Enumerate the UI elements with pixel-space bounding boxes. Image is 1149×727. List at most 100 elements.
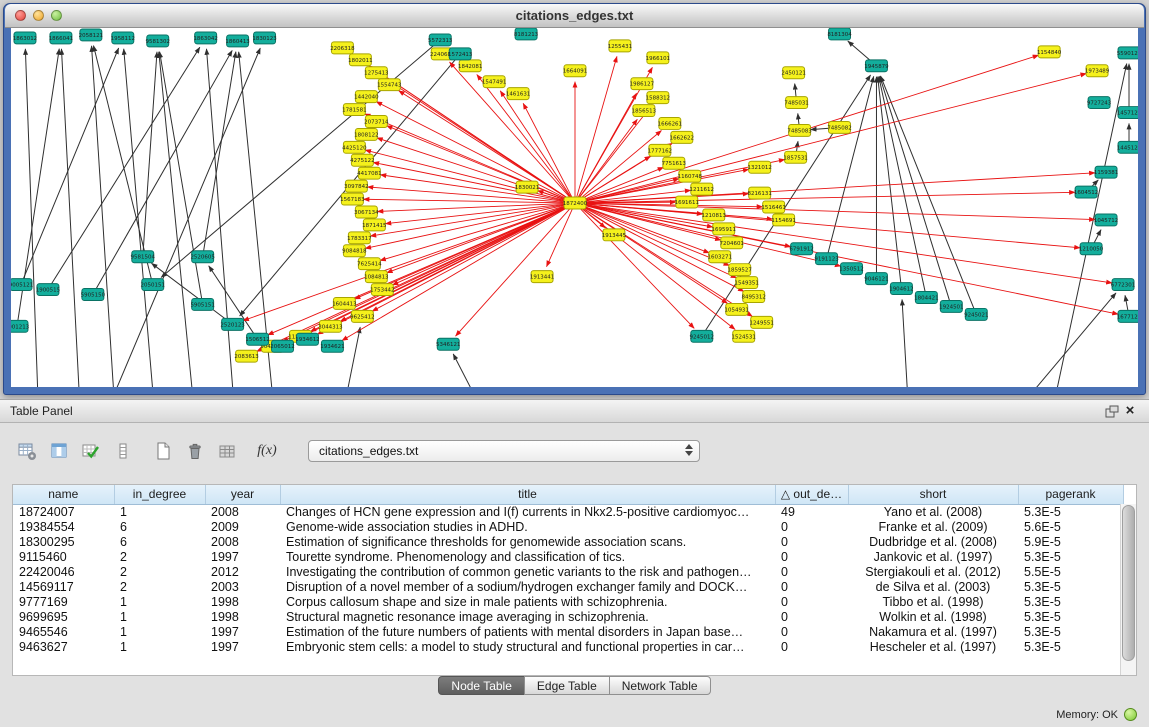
column-header-in_degree[interactable]: in_degree <box>114 485 205 504</box>
graph-node[interactable]: 7485031 <box>784 97 808 109</box>
graph-node[interactable]: 1866041 <box>49 32 73 44</box>
graph-node[interactable]: 1934612 <box>295 333 319 345</box>
scrollbar-thumb[interactable] <box>1122 505 1135 661</box>
vertical-scrollbar[interactable] <box>1120 504 1136 675</box>
graph-node[interactable]: 9245012 <box>690 330 714 342</box>
graph-node[interactable]: 1210050 <box>1079 243 1104 255</box>
graph-node[interactable]: 1045712 <box>1094 214 1118 226</box>
graph-node[interactable]: 2073714 <box>364 116 389 128</box>
graph-node[interactable]: 1691611 <box>675 196 699 208</box>
column-header-title[interactable]: title <box>280 485 775 504</box>
graph-node[interactable]: 7204601 <box>720 237 744 249</box>
graph-node[interactable]: 4425120 <box>342 141 367 153</box>
window-titlebar[interactable]: citations_edges.txt <box>5 4 1144 28</box>
graph-node[interactable]: 8181213 <box>514 28 539 40</box>
table-row[interactable]: 969969511998Structural magnetic resonanc… <box>13 609 1123 624</box>
close-button[interactable] <box>15 10 26 21</box>
graph-node[interactable]: 1808122 <box>354 128 378 140</box>
graph-node[interactable]: 1871415 <box>362 219 386 231</box>
graph-node[interactable]: 1863042 <box>193 32 217 44</box>
table-row[interactable]: 946554611997Estimation of the future num… <box>13 624 1123 639</box>
graph-node[interactable]: 1753442 <box>370 284 394 296</box>
graph-node[interactable]: 1986127 <box>630 78 655 90</box>
graph-node[interactable]: 1211612 <box>690 183 714 195</box>
close-icon[interactable]: × <box>1121 403 1139 419</box>
column-header-pagerank[interactable]: pagerank <box>1018 485 1123 504</box>
graph-node[interactable]: 1588312 <box>646 92 670 104</box>
column-header-year[interactable]: year <box>205 485 280 504</box>
edit-columns-icon[interactable] <box>78 438 104 464</box>
graph-node[interactable]: 1054931 <box>725 303 749 315</box>
table-row[interactable]: 977716911998Corpus callosum shape and si… <box>13 594 1123 609</box>
graph-node[interactable]: 1506512 <box>245 333 269 345</box>
graph-node[interactable]: 5572313 <box>428 34 453 46</box>
graph-node[interactable]: 1554743 <box>377 79 402 91</box>
graph-node[interactable]: 1154840 <box>1037 46 1062 58</box>
graph-node[interactable]: 2050151 <box>141 279 165 291</box>
tab-network-table[interactable]: Network Table <box>609 676 711 695</box>
graph-node[interactable]: 9005121 <box>11 279 33 291</box>
graph-node[interactable]: 1567183 <box>340 193 365 205</box>
graph-node[interactable]: 1900515 <box>36 284 60 296</box>
graph-node[interactable]: 1856513 <box>632 105 657 117</box>
delete-column-icon[interactable] <box>182 438 208 464</box>
graph-node[interactable]: 1777162 <box>648 144 672 156</box>
graph-node[interactable]: 1524531 <box>731 330 755 342</box>
graph-node[interactable]: 1913445 <box>602 229 626 241</box>
graph-node[interactable]: 1830123 <box>252 32 277 44</box>
graph-node[interactable]: 1603271 <box>708 251 732 263</box>
graph-node[interactable]: 5590123 <box>1117 47 1138 59</box>
graph-node[interactable]: 7751613 <box>662 157 687 169</box>
graph-node[interactable]: 1461631 <box>506 88 530 100</box>
table-row[interactable]: 1456911722003Disruption of a novel membe… <box>13 579 1123 594</box>
graph-node[interactable]: 1945879 <box>864 60 889 72</box>
graph-node[interactable]: 1572413 <box>448 48 473 60</box>
graph-node[interactable]: 2065012 <box>270 340 294 352</box>
graph-node[interactable]: 1457123 <box>1117 107 1138 119</box>
graph-node[interactable]: 8495312 <box>741 291 765 303</box>
minimize-button[interactable] <box>33 10 44 21</box>
graph-node[interactable]: 1255431 <box>608 40 632 52</box>
graph-node[interactable]: 1958112 <box>111 32 135 44</box>
graph-node[interactable]: 1781581 <box>342 104 366 116</box>
graph-node[interactable]: 5905151 <box>190 298 214 310</box>
graph-node[interactable]: 1913441 <box>530 271 554 283</box>
graph-node[interactable]: 1783317 <box>347 232 372 244</box>
graph-node[interactable]: 9581302 <box>146 35 170 47</box>
graph-node[interactable]: 1863012 <box>13 32 37 44</box>
graph-node[interactable]: 1662622 <box>670 131 694 143</box>
graph-node[interactable]: 1350512 <box>839 263 863 275</box>
graph-node[interactable]: 2450121 <box>781 67 805 79</box>
graph-node[interactable]: 1210813 <box>702 209 727 221</box>
graph-node[interactable]: 1860413 <box>225 35 250 47</box>
graph-node[interactable]: 1275413 <box>364 67 389 79</box>
graph-node[interactable]: 1973489 <box>1085 65 1110 77</box>
graph-node[interactable]: 9727243 <box>1087 97 1112 109</box>
graph-node[interactable]: 1604413 <box>332 297 357 309</box>
graph-node[interactable]: 8216131 <box>747 187 771 199</box>
graph-node[interactable]: 1842081 <box>458 60 482 72</box>
show-columns-icon[interactable] <box>46 438 72 464</box>
graph-node[interactable]: 1154691 <box>771 214 795 226</box>
graph-node[interactable]: 1516461 <box>761 201 785 213</box>
graph-node[interactable]: 9191123 <box>814 253 839 265</box>
zoom-button[interactable] <box>51 10 62 21</box>
graph-node[interactable]: 3067134 <box>354 206 379 218</box>
graph-node[interactable]: 1666261 <box>658 118 682 130</box>
graph-node[interactable]: 5346121 <box>436 338 460 350</box>
graph-node[interactable]: 1445123 <box>1117 141 1138 153</box>
column-header-name[interactable]: name <box>13 485 114 504</box>
graph-node[interactable]: 1084813 <box>364 271 389 283</box>
graph-node[interactable]: 1857531 <box>783 151 807 163</box>
graph-node[interactable]: 1321012 <box>747 161 771 173</box>
graph-node[interactable]: 2083613 <box>234 350 259 362</box>
graph-node[interactable]: 9625412 <box>350 310 374 322</box>
graph-node[interactable]: 1872400 <box>563 197 588 209</box>
graph-node[interactable]: 2520123 <box>220 318 245 330</box>
graph-node[interactable]: 9001213 <box>11 320 30 332</box>
table-row[interactable]: 1938455462009Genome-wide association stu… <box>13 519 1123 534</box>
graph-node[interactable]: 1160748 <box>678 170 703 182</box>
network-select[interactable]: citations_edges.txt <box>308 440 700 462</box>
graph-node[interactable]: 1904612 <box>889 283 913 295</box>
graph-node[interactable]: 1966101 <box>646 52 670 64</box>
